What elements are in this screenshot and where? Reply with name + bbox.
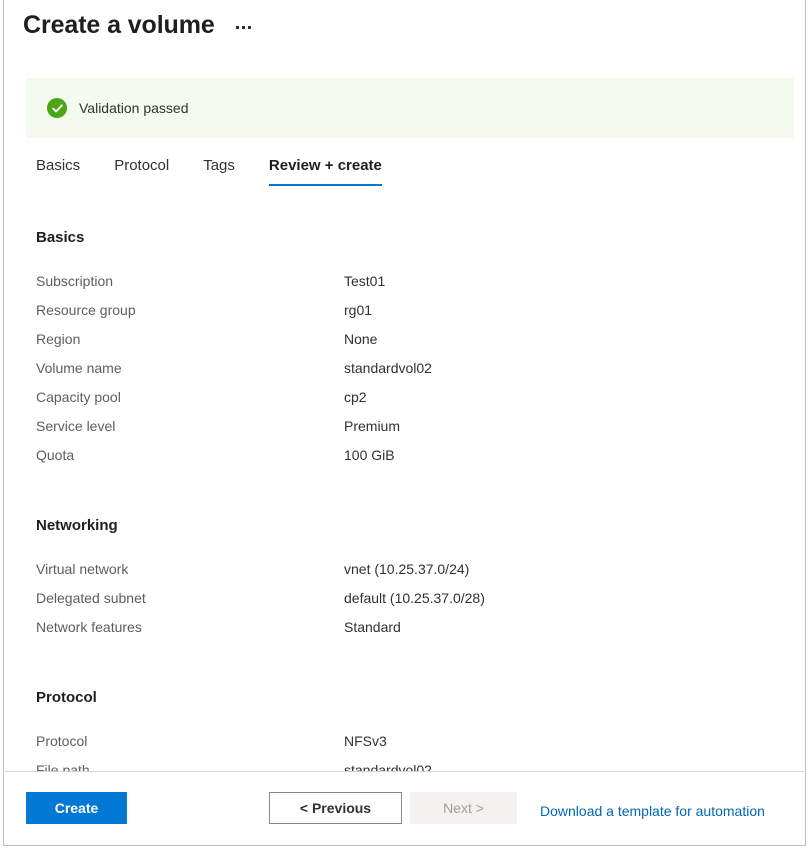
download-template-link[interactable]: Download a template for automation	[540, 801, 765, 821]
row-value: None	[344, 325, 377, 354]
section-protocol: Protocol Protocol NFSv3 File path standa…	[4, 688, 804, 771]
row-value: cp2	[344, 383, 367, 412]
row-label: Volume name	[36, 354, 344, 383]
check-circle-icon	[47, 98, 67, 118]
ellipsis-horizontal-icon[interactable]	[234, 22, 253, 33]
summary-row: Delegated subnet default (10.25.37.0/28)	[4, 584, 804, 613]
blade-header: Create a volume	[23, 9, 253, 41]
create-volume-blade: Create a volume Validation passed Basics…	[3, 0, 806, 846]
ellipsis-dot	[248, 26, 251, 29]
section-rows: Protocol NFSv3 File path standardvol02	[4, 727, 804, 771]
row-label: Service level	[36, 412, 344, 441]
row-label: Capacity pool	[36, 383, 344, 412]
summary-row: Network features Standard	[4, 613, 804, 642]
tab-basics[interactable]: Basics	[36, 155, 80, 186]
section-heading: Protocol	[4, 688, 804, 708]
row-value: vnet (10.25.37.0/24)	[344, 555, 469, 584]
section-rows: Subscription Test01 Resource group rg01 …	[4, 267, 804, 470]
previous-button[interactable]: < Previous	[269, 792, 402, 824]
row-value: default (10.25.37.0/28)	[344, 584, 485, 613]
tab-label: Tags	[203, 157, 235, 174]
row-value: Standard	[344, 613, 401, 642]
summary-row: Subscription Test01	[4, 267, 804, 296]
validation-message: Validation passed	[79, 98, 188, 118]
row-label: File path	[36, 756, 344, 771]
section-heading: Networking	[4, 516, 804, 536]
row-label: Region	[36, 325, 344, 354]
tab-label: Protocol	[114, 157, 169, 174]
row-value: Premium	[344, 412, 400, 441]
row-value: standardvol02	[344, 354, 432, 383]
section-heading: Basics	[4, 228, 804, 248]
row-label: Subscription	[36, 267, 344, 296]
wizard-tabs: Basics Protocol Tags Review + create	[36, 155, 382, 186]
summary-row: Service level Premium	[4, 412, 804, 441]
summary-row: Region None	[4, 325, 804, 354]
summary-row: Capacity pool cp2	[4, 383, 804, 412]
row-value: 100 GiB	[344, 441, 395, 470]
tab-protocol[interactable]: Protocol	[114, 155, 169, 186]
validation-banner: Validation passed	[26, 78, 794, 138]
tab-tags[interactable]: Tags	[203, 155, 235, 186]
section-networking: Networking Virtual network vnet (10.25.3…	[4, 516, 804, 642]
row-label: Protocol	[36, 727, 344, 756]
row-value: rg01	[344, 296, 372, 325]
create-button[interactable]: Create	[26, 792, 127, 824]
page-title: Create a volume	[23, 9, 215, 41]
section-basics: Basics Subscription Test01 Resource grou…	[4, 228, 804, 470]
summary-row: Protocol NFSv3	[4, 727, 804, 756]
tab-review-create[interactable]: Review + create	[269, 155, 382, 186]
row-value: standardvol02	[344, 756, 432, 771]
ellipsis-dot	[236, 26, 239, 29]
tab-label: Review + create	[269, 157, 382, 174]
review-summary: Basics Subscription Test01 Resource grou…	[4, 196, 804, 771]
section-rows: Virtual network vnet (10.25.37.0/24) Del…	[4, 555, 804, 642]
summary-row: File path standardvol02	[4, 756, 804, 771]
row-label: Network features	[36, 613, 344, 642]
row-value: Test01	[344, 267, 385, 296]
ellipsis-dot	[242, 26, 245, 29]
summary-row: Resource group rg01	[4, 296, 804, 325]
tab-label: Basics	[36, 157, 80, 174]
summary-row: Virtual network vnet (10.25.37.0/24)	[4, 555, 804, 584]
summary-row: Volume name standardvol02	[4, 354, 804, 383]
summary-row: Quota 100 GiB	[4, 441, 804, 470]
row-label: Delegated subnet	[36, 584, 344, 613]
row-label: Quota	[36, 441, 344, 470]
wizard-footer: Create < Previous Next > Download a temp…	[5, 771, 804, 844]
next-button: Next >	[410, 792, 517, 824]
row-label: Resource group	[36, 296, 344, 325]
row-value: NFSv3	[344, 727, 387, 756]
row-label: Virtual network	[36, 555, 344, 584]
